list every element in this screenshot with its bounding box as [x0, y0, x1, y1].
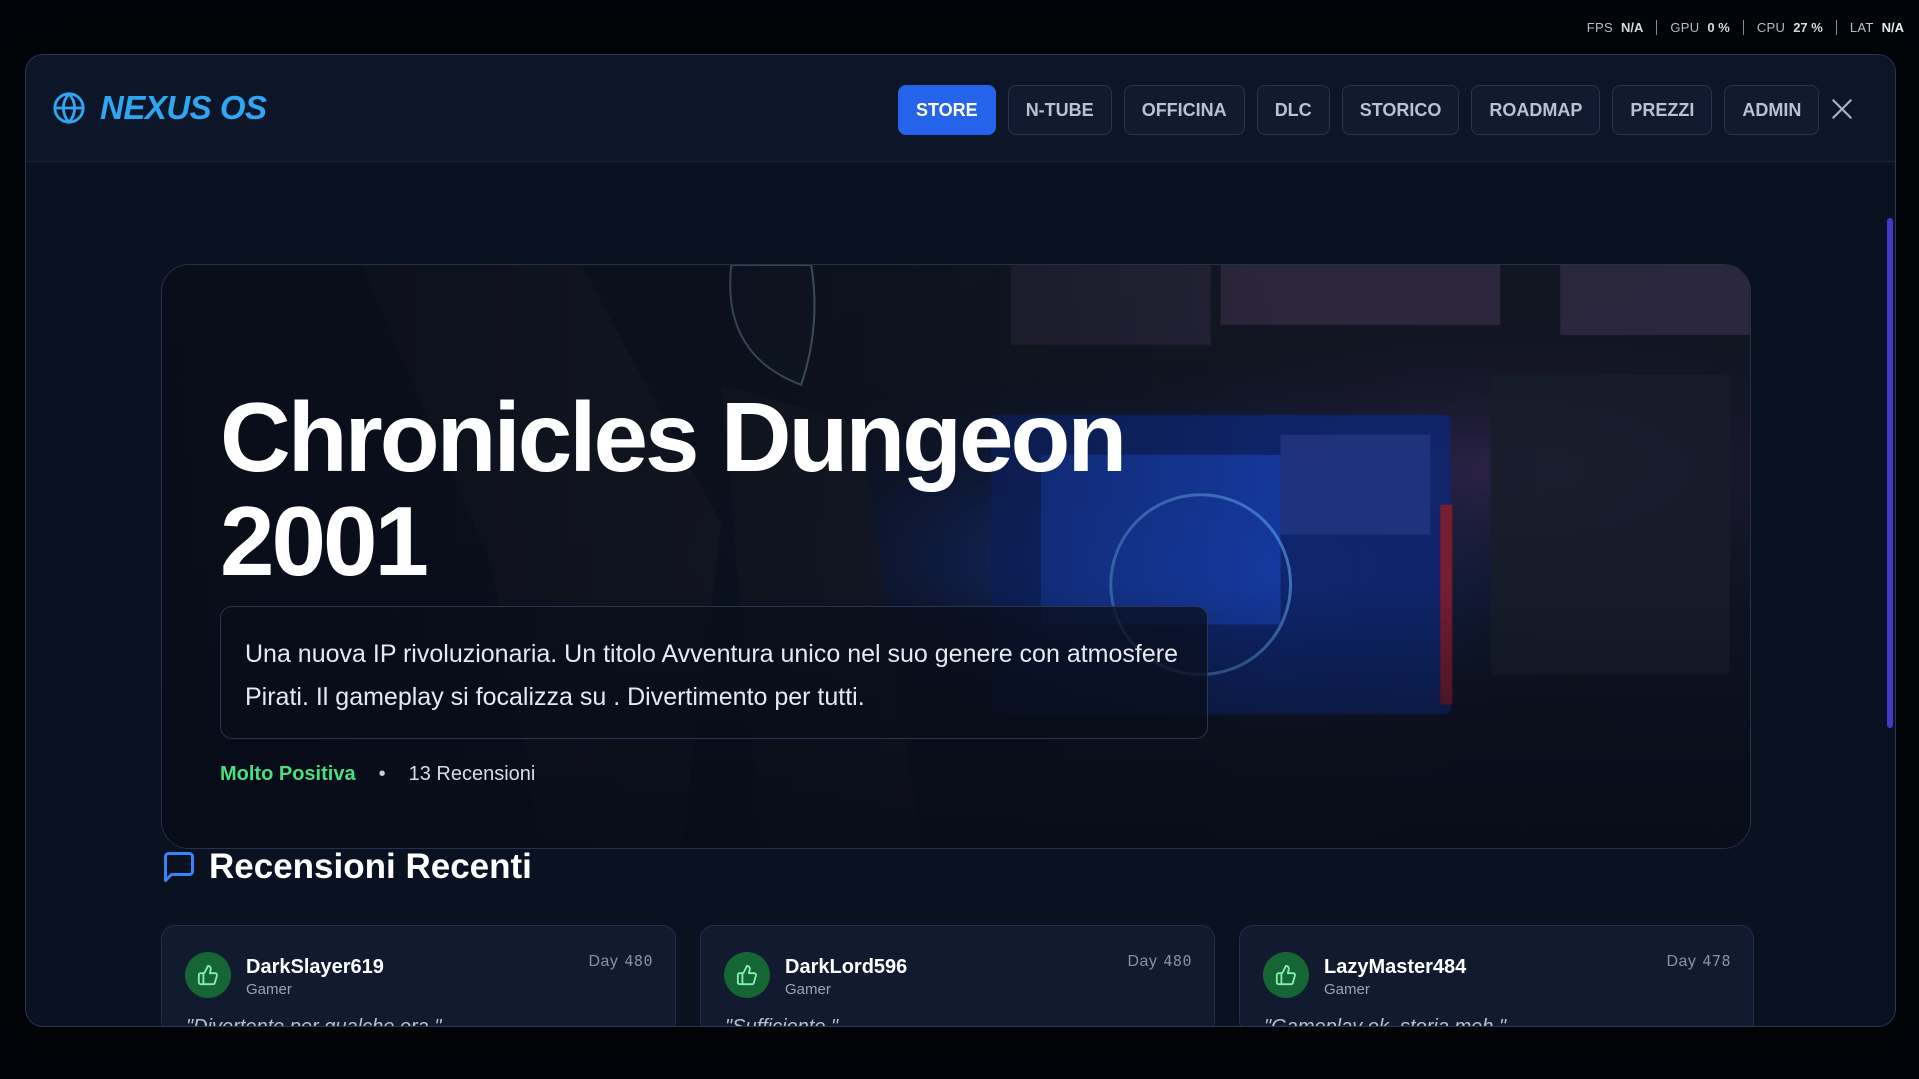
review-day-number: 478 — [1702, 952, 1731, 970]
stat-value: 0 % — [1707, 19, 1730, 35]
review-day-label: Day — [1666, 953, 1697, 970]
avatar — [185, 952, 231, 998]
review-day-label: Day — [588, 953, 619, 970]
scrollbar-thumb[interactable] — [1887, 218, 1893, 728]
review-user-role: Gamer — [785, 981, 831, 998]
main-nav: STORE N-TUBE OFFICINA DLC STORICO ROADMA… — [898, 85, 1831, 135]
review-day-number: 480 — [624, 952, 653, 970]
tab-officina[interactable]: OFFICINA — [1123, 85, 1245, 135]
review-day: Day 478 — [1666, 952, 1731, 971]
thumbs-up-icon — [197, 964, 218, 986]
review-user-role: Gamer — [246, 981, 292, 998]
thumbs-up-icon — [1275, 964, 1296, 986]
tab-store[interactable]: STORE — [898, 85, 996, 135]
app-name: NEXUS OS — [100, 89, 267, 126]
system-stats-bar: FPS N/A GPU 0 % CPU 27 % LAT N/A — [1574, 16, 1904, 38]
game-description: Una nuova IP rivoluzionaria. Un titolo A… — [220, 606, 1208, 739]
tab-dlc[interactable]: DLC — [1256, 85, 1330, 135]
stat-label: GPU — [1670, 19, 1700, 35]
stat-label: LAT — [1849, 19, 1874, 35]
scrollbar[interactable] — [1887, 163, 1895, 1026]
review-day: Day 480 — [1127, 952, 1192, 971]
game-rating-summary: Molto Positiva • 13 Recensioni — [220, 763, 535, 786]
review-day-label: Day — [1127, 953, 1158, 970]
review-quote: "Divertente per qualche ora." — [186, 1016, 442, 1027]
stat-value: N/A — [1881, 19, 1904, 35]
tab-admin[interactable]: ADMIN — [1724, 85, 1820, 135]
globe-icon — [53, 92, 85, 124]
stat-value: 27 % — [1793, 19, 1823, 35]
brand-logo[interactable]: NEXUS OS — [52, 89, 267, 127]
tab-storico[interactable]: STORICO — [1341, 85, 1460, 135]
review-day-number: 480 — [1163, 952, 1192, 970]
review-user-role: Gamer — [1324, 981, 1370, 998]
stat-label: CPU — [1756, 19, 1786, 35]
top-navigation-bar: NEXUS OS STORE N-TUBE OFFICINA DLC STORI… — [26, 55, 1895, 162]
reviews-count: 13 Recensioni — [408, 763, 536, 785]
close-icon[interactable] — [1829, 96, 1855, 122]
chat-bubble-icon — [164, 852, 194, 882]
stat-lat: LAT N/A — [1835, 19, 1904, 35]
separator-dot: • — [378, 763, 386, 785]
stat-gpu: GPU 0 % — [1656, 19, 1742, 35]
review-card[interactable]: DarkLord596 Gamer Day 480 "Sufficiente." — [700, 925, 1215, 1027]
tab-prezzi[interactable]: PREZZI — [1612, 85, 1713, 135]
review-quote: "Gameplay ok, storia meh." — [1264, 1016, 1507, 1027]
reviews-heading: Recensioni Recenti — [209, 847, 532, 886]
review-card[interactable]: LazyMaster484 Gamer Day 478 "Gameplay ok,… — [1239, 925, 1754, 1027]
game-hero-banner: Chronicles Dungeon 2001 Una nuova IP riv… — [161, 264, 1751, 849]
avatar — [1263, 952, 1309, 998]
review-card[interactable]: DarkSlayer619 Gamer Day 480 "Divertente p… — [161, 925, 676, 1027]
rating-label: Molto Positiva — [220, 763, 356, 785]
reviews-section-header: Recensioni Recenti — [161, 847, 532, 887]
review-username: LazyMaster484 — [1324, 956, 1467, 978]
app-window: NEXUS OS STORE N-TUBE OFFICINA DLC STORI… — [25, 54, 1896, 1027]
review-day: Day 480 — [588, 952, 653, 971]
tab-n-tube[interactable]: N-TUBE — [1007, 85, 1112, 135]
game-title: Chronicles Dungeon 2001 — [220, 382, 1127, 596]
review-username: DarkSlayer619 — [246, 956, 384, 978]
thumbs-up-icon — [736, 964, 757, 986]
tab-roadmap[interactable]: ROADMAP — [1471, 85, 1601, 135]
review-quote: "Sufficiente." — [725, 1016, 839, 1027]
reviews-list: DarkSlayer619 Gamer Day 480 "Divertente p… — [161, 925, 1778, 1027]
stat-label: FPS — [1586, 19, 1613, 35]
review-username: DarkLord596 — [785, 956, 908, 978]
stat-fps: FPS N/A — [1574, 20, 1657, 35]
avatar — [724, 952, 770, 998]
stat-cpu: CPU 27 % — [1742, 19, 1836, 35]
stat-value: N/A — [1620, 19, 1644, 35]
